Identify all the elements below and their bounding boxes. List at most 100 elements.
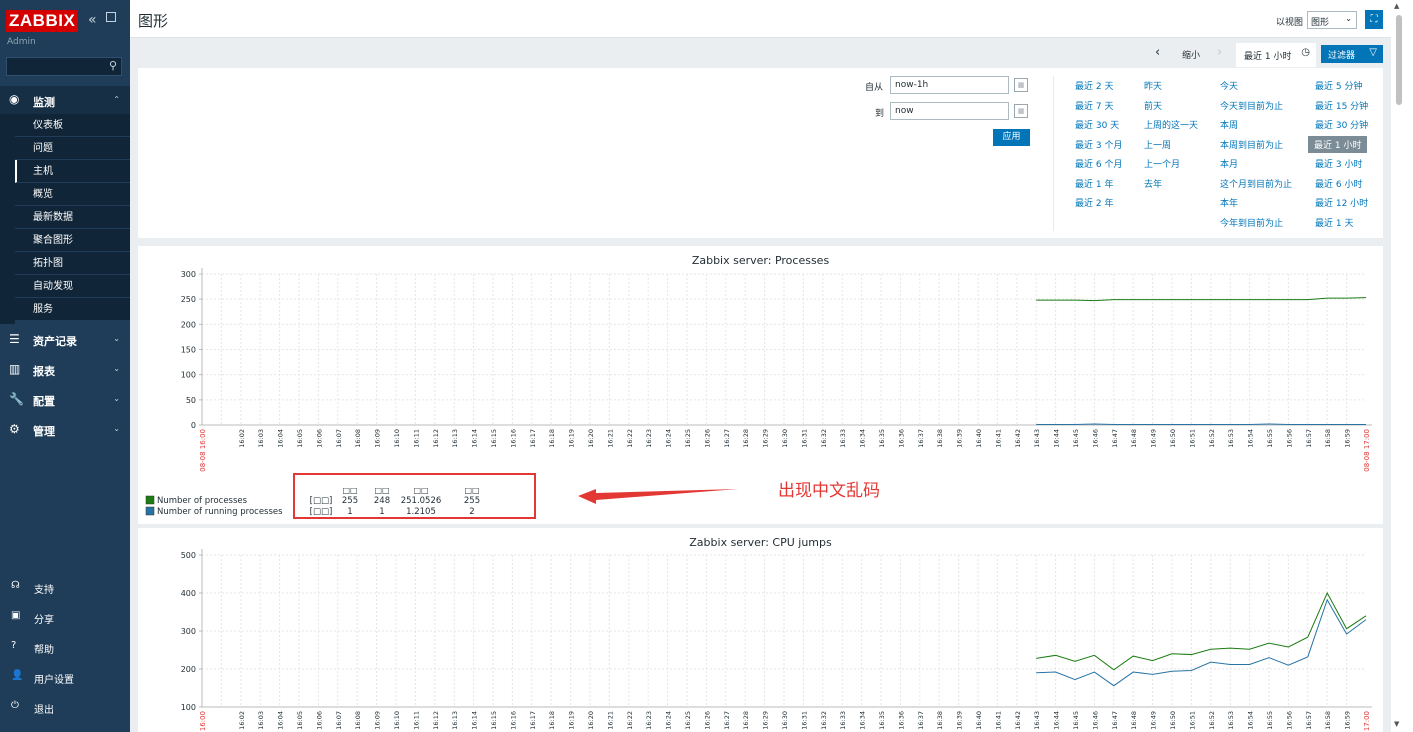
quick-range-link[interactable]: 最近 30 天: [1075, 118, 1119, 131]
sidebar-bottom-item[interactable]: ☊ 支持: [0, 576, 130, 600]
scroll-up-icon[interactable]: ▲: [1394, 2, 1399, 10]
sidebar-item-monitoring[interactable]: 聚合图形: [15, 229, 130, 252]
x-end-label: 08-08 17:00: [1363, 429, 1371, 472]
sidebar-bottom-item[interactable]: ? 帮助: [0, 636, 130, 660]
sidebar-item-monitoring[interactable]: 自动发现: [15, 275, 130, 298]
filter-button-label: 过滤器: [1328, 51, 1356, 61]
x-tick-label: 16:39: [956, 429, 964, 448]
quick-range-link[interactable]: 最近 30 分钟: [1315, 118, 1368, 131]
x-tick-label: 16:38: [936, 711, 944, 730]
nav-section[interactable]: ▥ 报表 ⌄: [0, 355, 130, 383]
quick-range-link[interactable]: 最近 1 天: [1315, 216, 1353, 229]
quick-range-link[interactable]: 最近 2 天: [1075, 79, 1113, 92]
nav-section-label: 资产记录: [33, 335, 77, 348]
cpu-jumps-chart[interactable]: 100 200 300 400 500 16:02 16:03 16:04 16:05 16:06…: [138, 528, 1383, 732]
sidebar-item-monitoring[interactable]: 问题: [15, 137, 130, 160]
quick-range-link[interactable]: 今天到目前为止: [1220, 99, 1283, 112]
legend-value: 1: [347, 507, 352, 517]
x-tick-label: 16:37: [917, 429, 925, 448]
sidebar-item-monitoring[interactable]: 概览: [15, 183, 130, 206]
kiosk-mode-icon[interactable]: [106, 12, 116, 22]
nav-section[interactable]: ⚙ 管理 ⌄: [0, 415, 130, 443]
y-tick-label: 150: [181, 346, 196, 355]
search-icon[interactable]: ⚲: [109, 59, 117, 72]
filter-button[interactable]: 过滤器 ▽: [1321, 45, 1383, 63]
sidebar-item-monitoring[interactable]: 主机: [15, 160, 130, 183]
calendar-icon[interactable]: ▦: [1014, 78, 1028, 92]
x-tick-label: 16:03: [257, 711, 265, 730]
apply-button[interactable]: 应用: [993, 129, 1030, 146]
sidebar-item-monitoring[interactable]: 拓扑图: [15, 252, 130, 275]
collapse-sidebar-icon[interactable]: «: [88, 12, 97, 28]
processes-chart[interactable]: 0 50 100 150 200 250 300 16:02 16:03 16:04 16:05 16…: [138, 246, 1383, 524]
time-range-tab[interactable]: 最近 1 小时 ◷: [1236, 43, 1316, 67]
quick-range-link[interactable]: 最近 1 年: [1075, 177, 1113, 190]
x-tick-label: 16:45: [1072, 429, 1080, 448]
nav-monitoring-label: 监测: [33, 96, 55, 109]
x-tick-label: 16:07: [335, 429, 343, 448]
quick-range-link[interactable]: 上一周: [1144, 138, 1171, 151]
x-tick-label: 16:23: [645, 711, 653, 730]
page-scrollbar[interactable]: ▲ ▼: [1391, 0, 1413, 732]
legend-value: 255: [464, 496, 480, 506]
chevron-left-icon[interactable]: ‹: [1155, 45, 1160, 60]
quick-range-link[interactable]: 最近 2 年: [1075, 196, 1113, 209]
quick-range-link[interactable]: 这个月到目前为止: [1220, 177, 1292, 190]
x-tick-label: 16:28: [742, 711, 750, 730]
y-tick-label: 200: [181, 665, 196, 674]
x-tick-label: 16:18: [548, 429, 556, 448]
x-tick-label: 16:37: [917, 711, 925, 730]
quick-range-link[interactable]: 本年: [1220, 196, 1238, 209]
quick-range-link[interactable]: 今天: [1220, 79, 1238, 92]
x-tick-label: 16:32: [820, 711, 828, 730]
quick-range-link[interactable]: 本周: [1220, 118, 1238, 131]
scroll-down-icon[interactable]: ▼: [1394, 720, 1399, 728]
quick-range-link[interactable]: 昨天: [1144, 79, 1162, 92]
x-tick-label: 16:53: [1227, 429, 1235, 448]
nav-section[interactable]: ☰ 资产记录 ⌄: [0, 325, 130, 353]
calendar-icon[interactable]: ▦: [1014, 104, 1028, 118]
sidebar-item-monitoring[interactable]: 服务: [15, 298, 130, 321]
quick-range-link[interactable]: 最近 3 小时: [1315, 157, 1362, 170]
quick-range-link[interactable]: 最近 7 天: [1075, 99, 1113, 112]
quick-range-link[interactable]: 最近 12 小时: [1315, 196, 1368, 209]
from-input[interactable]: [890, 76, 1009, 94]
x-tick-label: 16:03: [257, 429, 265, 448]
sidebar-bottom-label: 支持: [34, 585, 54, 596]
quick-range-link[interactable]: 本周到目前为止: [1220, 138, 1283, 151]
quick-range-link[interactable]: 今年到目前为止: [1220, 216, 1283, 229]
zabbix-logo[interactable]: ZABBIX: [6, 10, 79, 32]
to-input[interactable]: [890, 102, 1009, 120]
quick-range-link[interactable]: 最近 15 分钟: [1315, 99, 1368, 112]
funnel-icon: ▽: [1369, 47, 1377, 58]
quick-range-link[interactable]: 上周的这一天: [1144, 118, 1198, 131]
quick-range-link[interactable]: 上一个月: [1144, 157, 1180, 170]
fullscreen-button[interactable]: ⛶: [1365, 10, 1383, 29]
chevron-right-icon[interactable]: ›: [1217, 45, 1222, 60]
quick-range-link[interactable]: 去年: [1144, 177, 1162, 190]
scroll-thumb[interactable]: [1396, 15, 1402, 105]
sidebar-bottom-item[interactable]: ⏻ 退出: [0, 696, 130, 720]
view-as-select[interactable]: 图形 ⌄: [1307, 11, 1357, 29]
sidebar-item-monitoring[interactable]: 最新数据: [15, 206, 130, 229]
quick-range-link[interactable]: 最近 5 分钟: [1315, 79, 1362, 92]
legend-unit: [□□]: [310, 507, 333, 517]
x-tick-label: 16:27: [723, 429, 731, 448]
sidebar-bottom-item[interactable]: ▣ 分享: [0, 606, 130, 630]
quick-range-link[interactable]: 最近 6 个月: [1075, 157, 1122, 170]
quick-range-link[interactable]: 最近 6 小时: [1315, 177, 1362, 190]
nav-section[interactable]: 🔧 配置 ⌄: [0, 385, 130, 413]
quick-range-link[interactable]: 最近 3 个月: [1075, 138, 1122, 151]
quick-range-link[interactable]: 最近 1 小时: [1308, 135, 1368, 153]
sidebar-search-input[interactable]: ⚲: [6, 57, 122, 76]
x-tick-label: 16:05: [296, 711, 304, 730]
sidebar-bottom-item[interactable]: 👤 用户设置: [0, 666, 130, 690]
sidebar-item-monitoring[interactable]: 仪表板: [15, 114, 130, 137]
nav-monitoring[interactable]: ◉ 监测 ⌃: [0, 86, 130, 114]
zoom-out-button[interactable]: 缩小: [1182, 48, 1200, 61]
quick-range-link[interactable]: 本月: [1220, 157, 1238, 170]
wrench-icon: 🔧: [9, 392, 24, 406]
x-tick-label: 16:30: [781, 711, 789, 730]
quick-range-link[interactable]: 前天: [1144, 99, 1162, 112]
legend-value: 1.2105: [406, 507, 436, 517]
